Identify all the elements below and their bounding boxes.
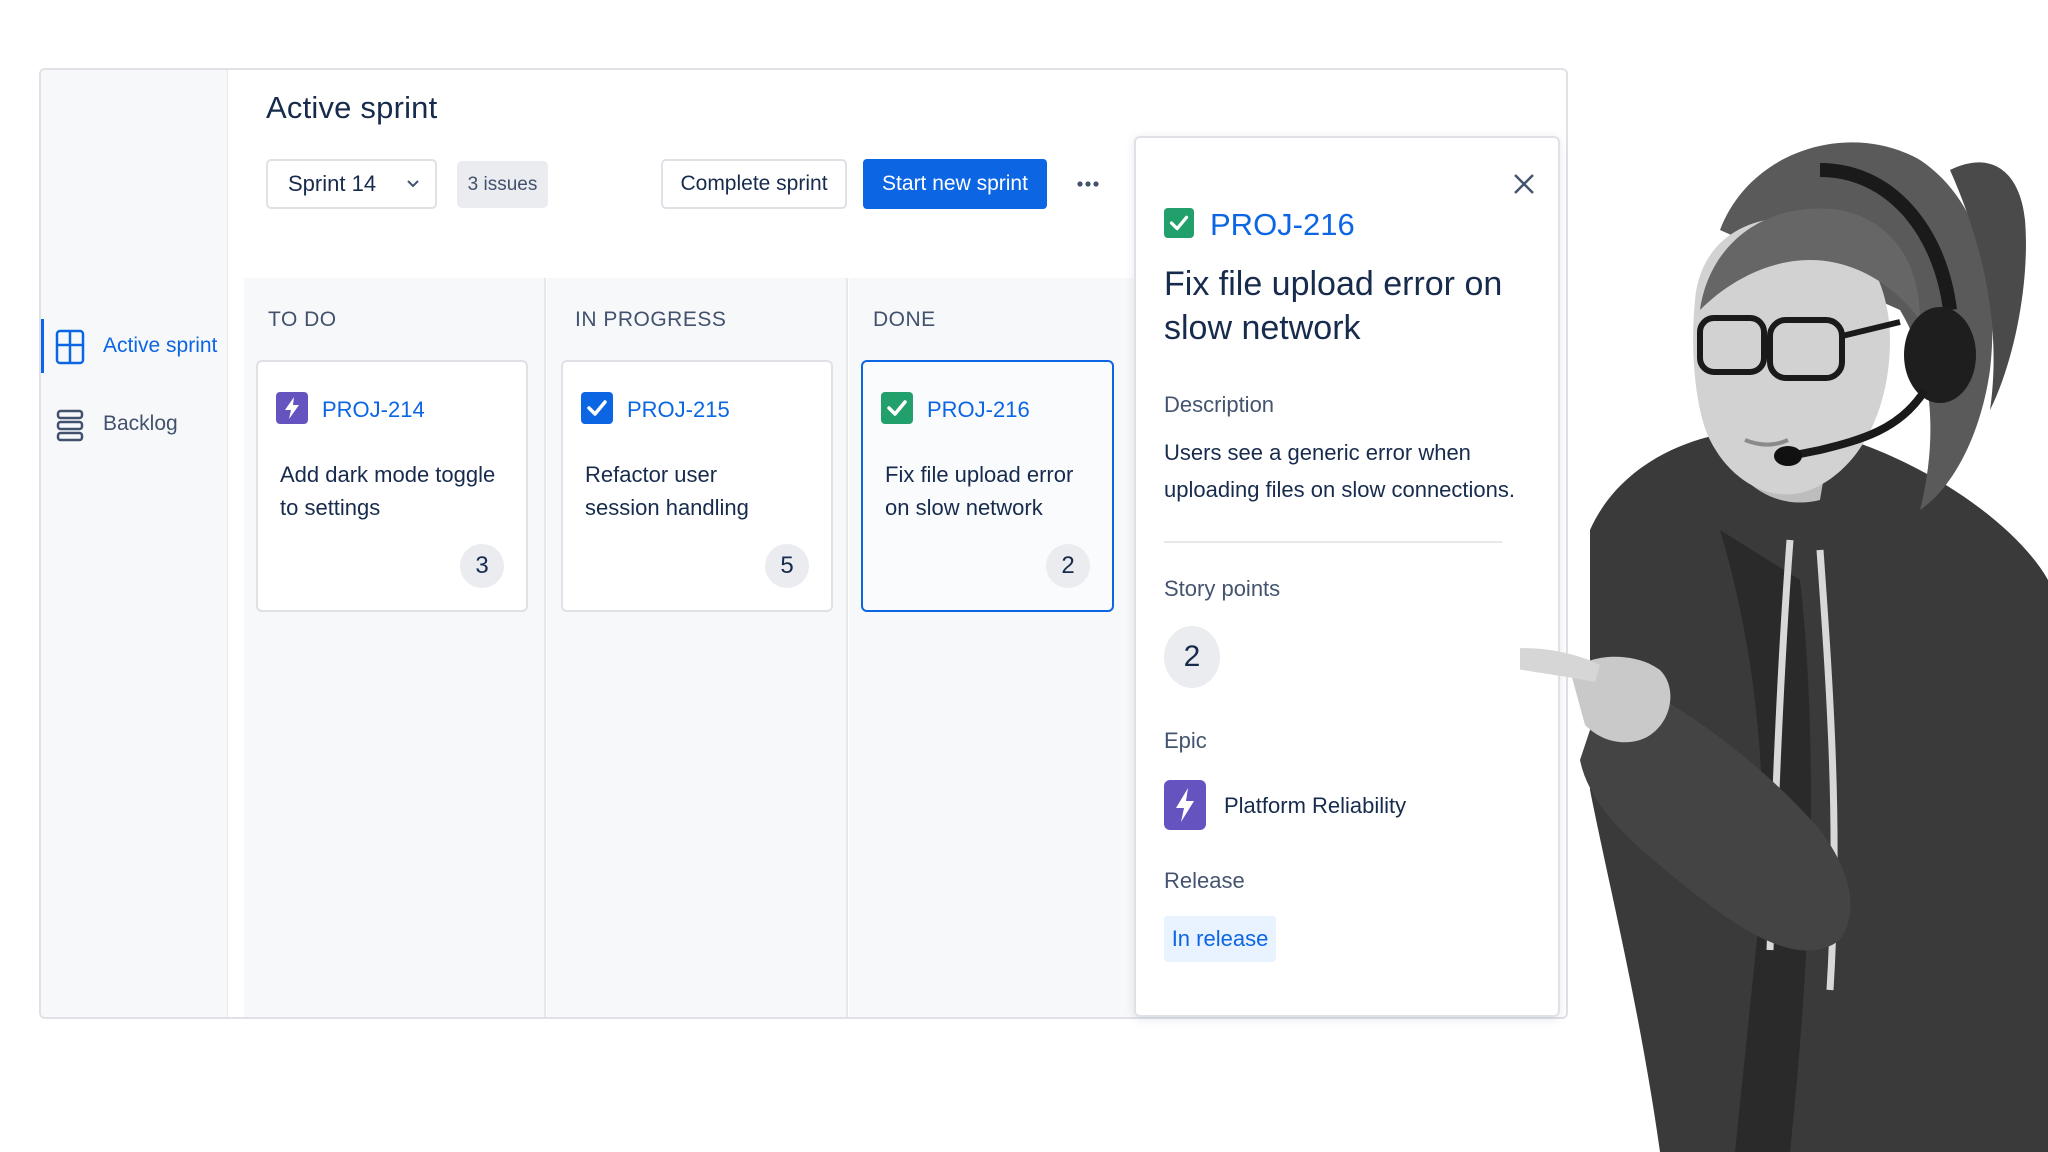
story-points-value[interactable]: 2 [1164,626,1220,688]
story-points-label: Story points [1164,576,1281,601]
issue-card-proj-215[interactable]: PROJ-215 Refactor user session handling … [561,360,833,612]
sidebar-item-backlog[interactable]: Backlog [41,395,228,453]
issue-summary-line: Refactor user [585,462,718,487]
epic-name[interactable]: Platform Reliability [1224,793,1406,819]
description-label: Description [1164,392,1275,417]
issues-count-badge: 3 issues [457,161,548,208]
divider [1164,541,1502,543]
issue-key[interactable]: PROJ-216 [1210,207,1355,243]
page-title: Active sprint [266,90,438,125]
person-with-headset-photo [1520,142,2048,1152]
column-in-progress: IN PROGRESS PROJ-215 Refactor user sessi… [547,278,848,1017]
issue-key[interactable]: PROJ-216 [927,397,1030,423]
more-actions-button[interactable] [1070,167,1106,201]
issue-summary-line: Add dark mode toggle [280,462,496,487]
sidebar-item-label: Backlog [103,412,178,435]
issue-summary: Refactor user session handling [585,458,815,524]
epic-label: Epic [1164,728,1207,753]
column-header: DONE [873,308,936,331]
chevron-down-icon [407,180,419,188]
backlog-icon [56,409,84,442]
column-header: TO DO [268,308,337,331]
issue-summary: Add dark mode toggle to settings [280,458,510,524]
done-check-icon [1164,208,1194,238]
story-points-badge: 3 [460,544,504,588]
board-icon [55,329,85,365]
issue-detail-panel: PROJ-216 Fix file upload error on slow n… [1134,136,1560,1017]
sprint-select[interactable]: Sprint 14 [266,159,437,209]
release-status-badge[interactable]: In release [1164,916,1276,962]
start-new-sprint-button[interactable]: Start new sprint [863,159,1047,209]
task-checkbox-icon [581,392,613,424]
sprint-board: TO DO PROJ-214 Add dark mode toggle to s… [244,278,1164,1017]
column-header: IN PROGRESS [575,308,727,331]
sidebar: Active sprint Backlog [41,70,228,1017]
story-points-badge: 5 [765,544,809,588]
issue-summary: Fix file upload error on slow network [885,458,1115,524]
column-todo: TO DO PROJ-214 Add dark mode toggle to s… [244,278,546,1017]
complete-sprint-button[interactable]: Complete sprint [661,159,847,209]
sidebar-item-active-sprint[interactable]: Active sprint [41,317,228,375]
issue-summary-line: to settings [280,495,381,520]
sprint-select-value: Sprint 14 [288,171,377,196]
column-done: DONE PROJ-216 Fix file upload error on s… [849,278,1164,1017]
issue-key[interactable]: PROJ-215 [627,397,730,423]
issue-card-proj-216[interactable]: PROJ-216 Fix file upload error on slow n… [861,360,1114,612]
done-check-icon [881,392,913,424]
issue-description: Users see a generic error when uploading… [1164,440,1516,502]
issue-summary-line: session handling [585,495,749,520]
more-horizontal-icon [1077,181,1099,187]
sidebar-item-label: Active sprint [103,334,218,357]
issue-summary-line: Fix file upload error [885,462,1074,487]
screen: Active sprint Backlog Active sprint Spri… [0,0,2048,1152]
release-label: Release [1164,868,1245,893]
issue-key[interactable]: PROJ-214 [322,397,425,423]
story-points-badge: 2 [1046,544,1090,588]
issue-summary-line: on slow network [885,495,1043,520]
epic-lightning-icon [1164,780,1206,830]
issue-card-proj-214[interactable]: PROJ-214 Add dark mode toggle to setting… [256,360,528,612]
issue-title: Fix file upload error on slow network [1164,265,1503,347]
epic-lightning-icon [276,392,308,424]
